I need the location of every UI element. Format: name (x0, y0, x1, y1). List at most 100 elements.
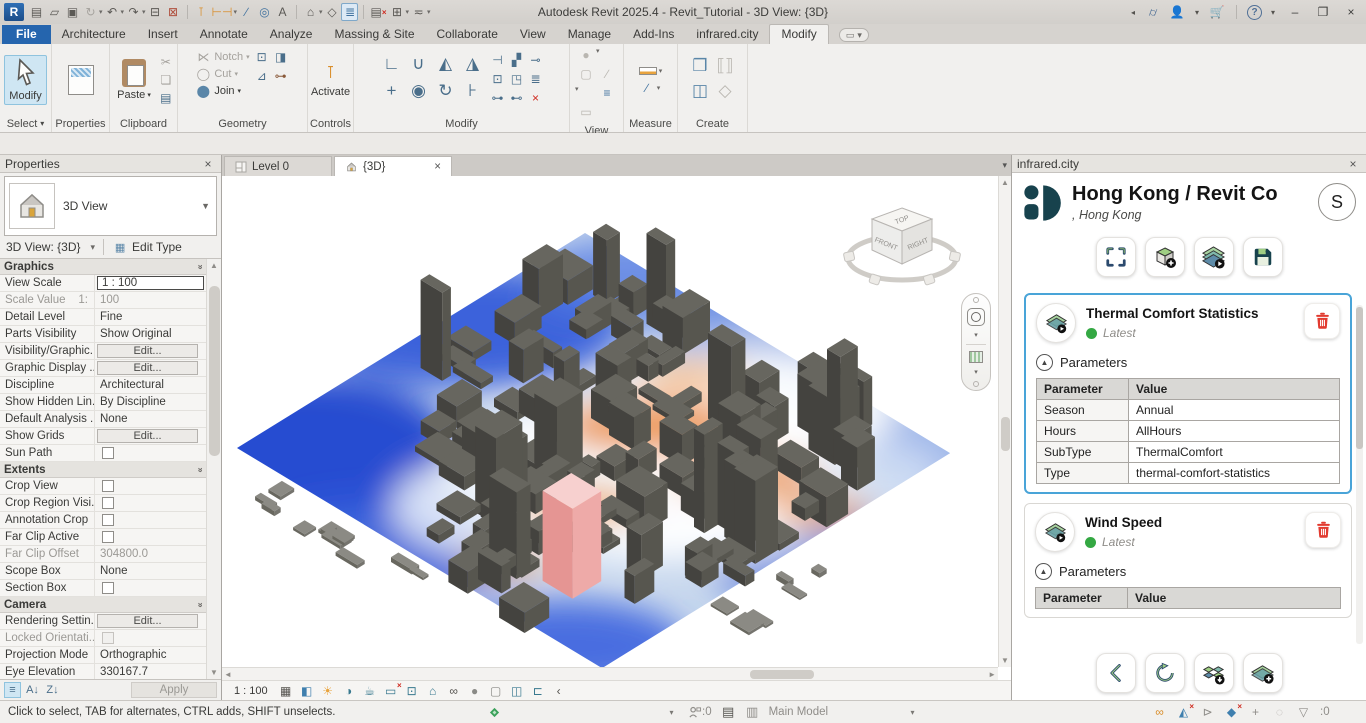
align-icon[interactable]: ∟ (379, 53, 405, 75)
close-icon[interactable]: × (1345, 157, 1361, 171)
isolate-icon[interactable]: ▢ (576, 66, 596, 82)
measure-distance-icon[interactable] (639, 63, 657, 79)
properties-palette-button[interactable] (64, 63, 98, 97)
steering-wheel-icon[interactable] (967, 308, 985, 326)
design-options-edit-icon[interactable]: ▥ (745, 704, 760, 720)
select-underlay-icon[interactable]: ◭× (1176, 704, 1191, 720)
reveal-hidden-elements-icon[interactable]: ● (468, 683, 482, 699)
property-value-text[interactable]: None (100, 413, 128, 425)
design-option-value[interactable]: Main Model (769, 706, 828, 718)
ribbon-tab-collaborate[interactable]: Collaborate (426, 25, 509, 44)
chevron-down-icon[interactable]: ▾ (121, 8, 125, 16)
scrollbar-thumb[interactable] (750, 670, 814, 679)
tile-views-icon[interactable]: ⊞ (389, 3, 406, 21)
select-by-face-icon[interactable]: ◆× (1224, 704, 1239, 720)
create-assembly-icon[interactable]: ⟦⟧ (713, 55, 737, 77)
revit-logo[interactable]: R (4, 3, 24, 21)
home-view-icon[interactable]: ⌂ (302, 3, 319, 21)
chevron-down-icon[interactable]: ▾ (427, 8, 431, 16)
edit-type-button[interactable]: ▦Edit Type (112, 239, 182, 255)
parameters-toggle[interactable]: ▲Parameters (1036, 354, 1340, 371)
help-icon[interactable]: ? (1247, 5, 1262, 20)
checkbox[interactable] (102, 480, 114, 492)
save-results-button[interactable] (1243, 237, 1283, 277)
add-surface-button[interactable] (1243, 653, 1283, 693)
minimize-button[interactable]: – (1284, 3, 1306, 21)
app-store-icon[interactable]: 🛒 (1208, 3, 1226, 21)
panel-display-toggle[interactable]: ▭▾ (839, 28, 869, 42)
ribbon-tab-massing-site[interactable]: Massing & Site (323, 25, 425, 44)
save-icon[interactable]: ▣ (64, 3, 81, 21)
ribbon-tab-manage[interactable]: Manage (557, 25, 622, 44)
sun-path-icon[interactable]: ☀ (321, 683, 335, 699)
activate-controls-button[interactable]: ⊺ Activate (307, 60, 354, 100)
delete-result-button[interactable] (1305, 512, 1341, 548)
chevron-down-icon[interactable]: ▾ (575, 85, 596, 103)
ribbon-tab-analyze[interactable]: Analyze (259, 25, 324, 44)
detail-level-icon[interactable]: ▦ (279, 683, 293, 699)
sort-default-icon[interactable]: ≡ (4, 682, 21, 698)
match-type-icon[interactable]: ▤ (158, 90, 174, 106)
mirror-pick-axis-icon[interactable]: ◭ (433, 53, 459, 75)
spot-elevation-icon[interactable]: ◎ (256, 3, 273, 21)
chevron-down-icon[interactable]: ▾ (99, 8, 103, 16)
aligned-dimension-icon[interactable]: ∕ (639, 80, 655, 96)
chevron-down-icon[interactable]: ▾ (657, 84, 661, 92)
vertical-scrollbar[interactable]: ▲ ▼ (998, 176, 1011, 667)
scale-icon[interactable]: ◳ (508, 71, 526, 87)
help-dropdown-icon[interactable]: ▾ (1268, 3, 1278, 21)
scroll-up-icon[interactable]: ▲ (1001, 176, 1009, 189)
chevron-down-icon[interactable]: ▾ (406, 8, 410, 16)
table-row[interactable]: SeasonAnnual (1037, 400, 1340, 421)
visual-style-icon[interactable]: ◧ (300, 683, 314, 699)
property-value-text[interactable]: By Discipline (100, 396, 166, 408)
edit-button[interactable]: Edit... (97, 344, 198, 358)
property-value-text[interactable]: Architectural (100, 379, 164, 391)
split-with-gap-icon[interactable]: ▞ (508, 52, 526, 68)
close-hidden-windows-icon[interactable]: ▤× (369, 3, 387, 21)
chevron-down-icon[interactable]: ▾ (664, 704, 679, 720)
chevron-down-icon[interactable]: ▾ (233, 8, 237, 16)
rendering-dialog-icon[interactable]: ☕ (363, 683, 377, 699)
property-value-input[interactable]: 1 : 100 (97, 276, 204, 290)
modify-pin-icon[interactable]: ⊺ (193, 3, 210, 21)
select-pinned-icon[interactable]: ⊳ (1200, 704, 1215, 720)
expand-view-button[interactable] (1096, 237, 1136, 277)
collapse-icon[interactable]: « (194, 467, 204, 472)
scrollbar-thumb[interactable] (1001, 417, 1010, 451)
select-links-icon[interactable]: ∞ (1152, 704, 1167, 720)
move-icon[interactable]: + (379, 80, 405, 102)
linework-icon[interactable]: ∕ (597, 66, 617, 82)
collapse-icon[interactable]: « (194, 602, 204, 607)
sync-icon[interactable]: ↻ (82, 3, 99, 21)
instance-name[interactable]: 3D View: {3D} (6, 240, 81, 254)
temporary-view-properties-icon[interactable]: ▢ (489, 683, 503, 699)
select-panel-label[interactable]: Select▾ (0, 115, 51, 132)
measure-icon[interactable]: ⊢⊣ (211, 3, 234, 21)
property-value-text[interactable]: Orthographic (100, 649, 166, 661)
zoom-icon[interactable] (969, 351, 983, 363)
offset-icon[interactable]: ∪ (406, 53, 432, 75)
checkbox[interactable] (102, 447, 114, 459)
properties-title-bar[interactable]: Properties × (0, 155, 221, 173)
paste-button[interactable]: Paste▾ (113, 57, 155, 103)
add-model-button[interactable] (1145, 237, 1185, 277)
search-icon[interactable]: ⌭ (1144, 3, 1162, 21)
cut-icon[interactable]: ✂ (158, 54, 174, 70)
chevron-down-icon[interactable]: ▾ (91, 242, 96, 253)
close-icon[interactable]: × (200, 157, 216, 171)
result-card[interactable]: Wind SpeedLatest▲ParametersParameterValu… (1024, 503, 1352, 618)
checkbox[interactable] (102, 531, 114, 543)
refresh-button[interactable] (1145, 653, 1185, 693)
chevron-down-icon[interactable]: ▾ (905, 704, 920, 720)
property-value-text[interactable]: 304800.0 (100, 548, 148, 560)
print-icon[interactable]: ⊟ (147, 3, 164, 21)
checkbox[interactable] (102, 632, 114, 644)
expand-bar-icon[interactable]: ‹ (552, 683, 566, 699)
chevron-down-icon[interactable]: ▾ (974, 331, 978, 339)
ribbon-tab-annotate[interactable]: Annotate (189, 25, 259, 44)
property-value-text[interactable]: Fine (100, 311, 122, 323)
save-orientation-icon[interactable]: ⌂ (426, 683, 440, 699)
download-results-button[interactable] (1194, 653, 1234, 693)
edit-button[interactable]: Edit... (97, 429, 198, 443)
